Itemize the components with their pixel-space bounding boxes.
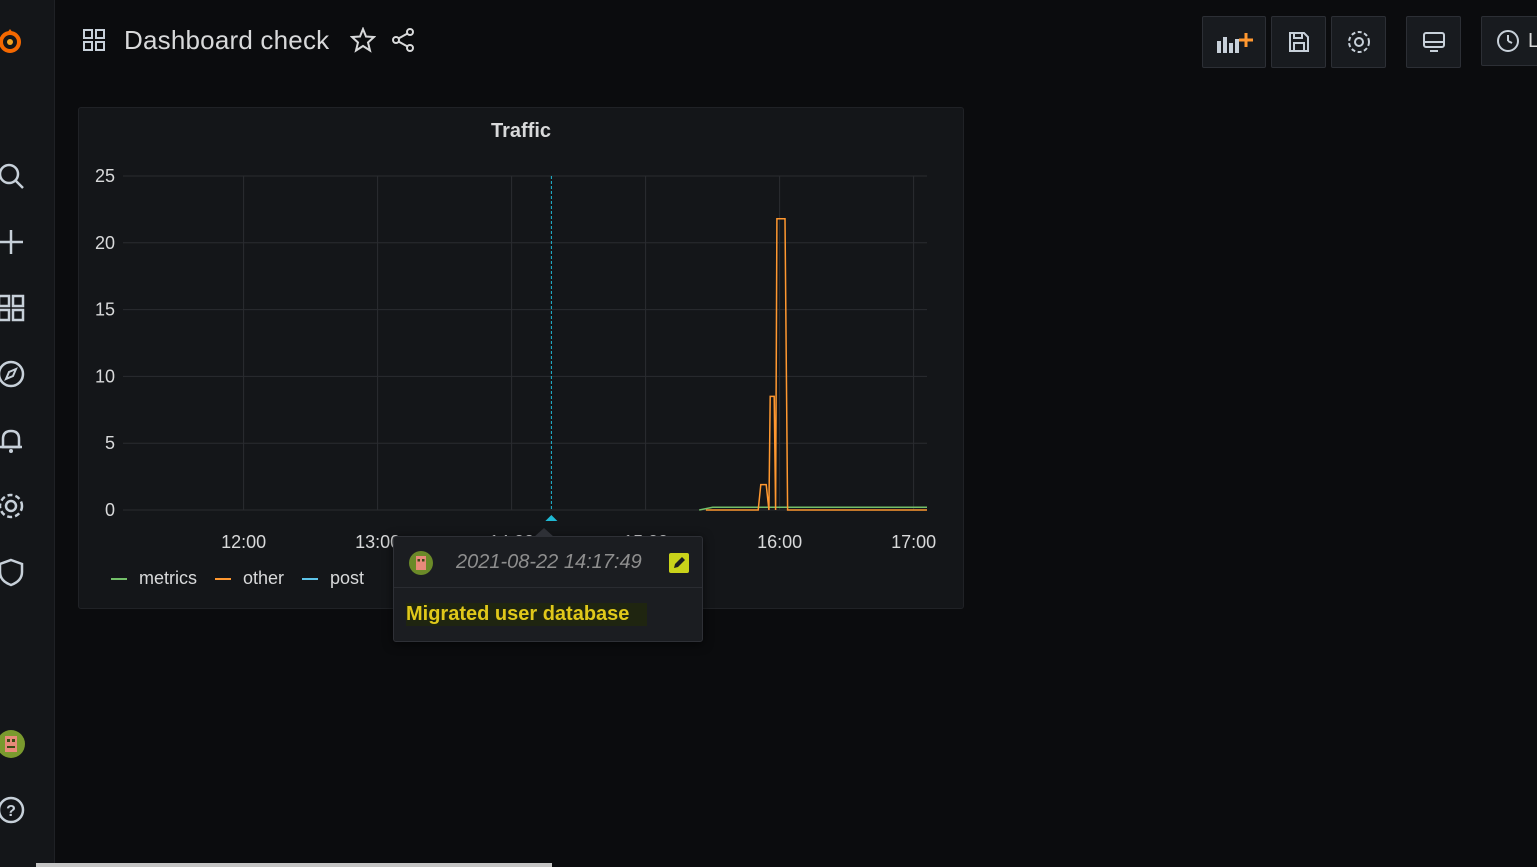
time-picker-button[interactable]: L <box>1481 16 1537 66</box>
alert-bell-icon[interactable] <box>0 423 28 457</box>
grafana-logo-icon[interactable] <box>0 24 28 58</box>
clock-icon <box>1497 30 1519 52</box>
traffic-chart[interactable]: 051015202512:0013:0014:0015:0016:0017:00 <box>79 108 963 608</box>
star-icon[interactable] <box>349 26 377 54</box>
settings-icon <box>1347 31 1370 53</box>
annotation-text: Migrated user database <box>406 603 648 626</box>
legend-item-metrics[interactable]: metrics <box>111 568 197 589</box>
x-tick-label: 16:00 <box>757 532 802 552</box>
gear-icon[interactable] <box>0 489 28 523</box>
dashboard-grid-icon <box>80 26 108 54</box>
legend-item-post[interactable]: post <box>302 568 364 589</box>
tooltip-header: 2021-08-22 14:17:49 <box>394 537 702 588</box>
legend-label: other <box>243 568 285 588</box>
x-tick-label: 12:00 <box>221 532 266 552</box>
legend: metrics other post <box>111 568 364 589</box>
add-panel-button[interactable] <box>1202 16 1266 68</box>
legend-swatch-post <box>302 577 319 580</box>
save-dashboard-button[interactable] <box>1271 16 1326 68</box>
save-icon <box>1288 32 1309 52</box>
annotation-marker <box>545 515 558 521</box>
series-line-other <box>705 218 927 511</box>
monitor-icon <box>1422 32 1445 52</box>
annotation-time: 2021-08-22 14:17:49 <box>456 551 642 573</box>
explore-compass-icon[interactable] <box>0 357 28 391</box>
svg-text:?: ? <box>6 803 16 820</box>
y-tick-label: 15 <box>95 300 115 320</box>
y-tick-label: 10 <box>95 366 115 386</box>
legend-label: metrics <box>139 568 197 588</box>
add-panel-icon <box>1217 33 1253 53</box>
avatar[interactable] <box>0 727 28 761</box>
dashboard-settings-button[interactable] <box>1331 16 1386 68</box>
x-tick-label: 17:00 <box>891 532 936 552</box>
share-icon[interactable] <box>389 26 417 54</box>
y-tick-label: 0 <box>105 500 115 520</box>
annotation-avatar <box>409 551 433 575</box>
dashboard-title[interactable]: Dashboard check <box>124 25 329 56</box>
legend-item-other[interactable]: other <box>215 568 284 589</box>
legend-swatch-metrics <box>111 577 127 580</box>
sidebar: ? <box>0 0 55 867</box>
time-picker-label: L <box>1528 29 1537 52</box>
legend-label: post <box>330 568 365 588</box>
search-icon[interactable] <box>0 159 28 193</box>
horizontal-scrollbar[interactable] <box>36 863 552 867</box>
y-tick-label: 25 <box>95 166 115 186</box>
shield-icon[interactable] <box>0 555 28 589</box>
y-tick-label: 20 <box>95 233 115 253</box>
traffic-panel[interactable]: Traffic 051015202512:0013:0014:0015:0016… <box>78 107 964 609</box>
help-icon[interactable]: ? <box>0 793 28 827</box>
dashboards-icon[interactable] <box>0 291 28 325</box>
plus-icon[interactable] <box>0 225 28 259</box>
y-tick-label: 5 <box>105 433 115 453</box>
tooltip-arrow <box>534 528 554 537</box>
tv-mode-button[interactable] <box>1406 16 1461 68</box>
annotation-tooltip: 2021-08-22 14:17:49 Migrated user databa… <box>393 528 703 642</box>
dashboard-header: Dashboard check <box>80 22 417 58</box>
edit-icon[interactable] <box>669 553 689 573</box>
legend-swatch-other <box>215 577 231 580</box>
